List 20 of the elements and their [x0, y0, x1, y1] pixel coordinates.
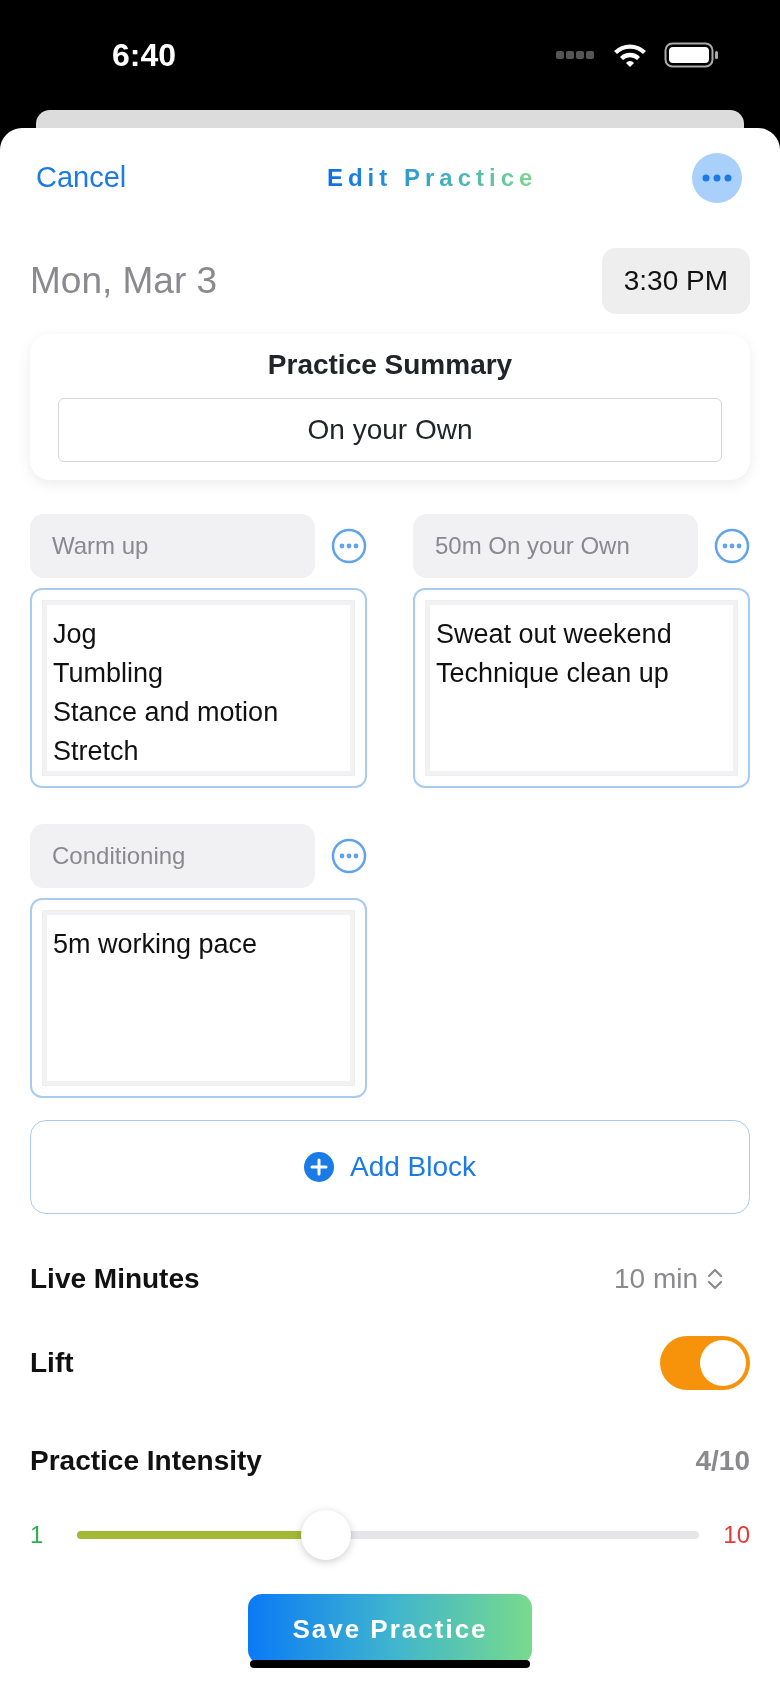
row-label: Live Minutes [30, 1262, 200, 1296]
notes-field[interactable]: Sweat out weekend Technique clean up [413, 588, 750, 788]
time-picker[interactable]: 3:30 PM [601, 248, 750, 314]
row-label: Practice Intensity [30, 1444, 262, 1478]
intensity-reading: 4/10 [695, 1444, 750, 1478]
notes-field[interactable]: Jog Tumbling Stance and motion Stretch [30, 588, 367, 788]
summary-field[interactable]: On your Own [58, 398, 722, 462]
summary-title: Practice Summary [266, 348, 514, 382]
cancel-button[interactable]: Cancel [30, 156, 133, 200]
min-label: 1 [30, 1520, 44, 1550]
block-name-field[interactable]: 50m On your Own [413, 514, 698, 578]
clock-time: 6:40 [112, 36, 177, 75]
block-name-field[interactable]: Conditioning [30, 824, 315, 888]
block-name-field[interactable]: Warm up [30, 514, 315, 578]
date-label: Mon, Mar 3 [30, 259, 218, 304]
minutes-picker[interactable]: 10 min [613, 1258, 750, 1300]
max-label: 10 [723, 1520, 750, 1550]
add-block-button[interactable]: Add Block [30, 1120, 750, 1214]
notes-field[interactable]: 5m working pace [30, 898, 367, 1098]
row-label: Lift [30, 1346, 74, 1380]
